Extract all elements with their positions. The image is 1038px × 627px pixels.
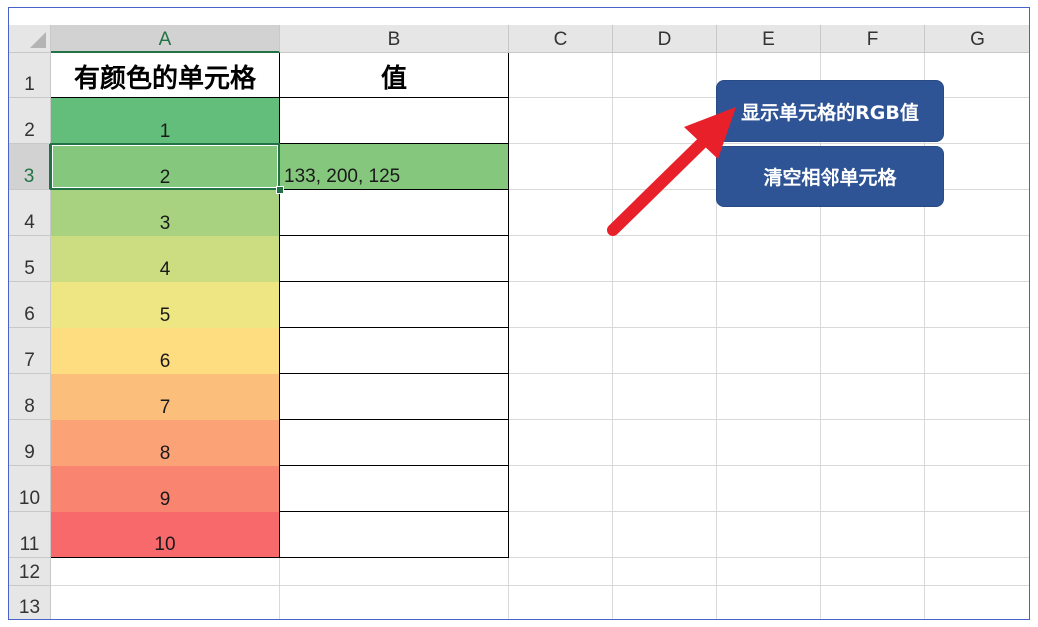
cell-b5[interactable] bbox=[280, 236, 509, 282]
cell-a9[interactable]: 8 bbox=[51, 420, 280, 466]
row-header-11[interactable]: 11 bbox=[9, 512, 51, 558]
spreadsheet-window: A B C D E F G 1 2 3 4 5 6 7 8 9 10 11 12 13 有颜色的单元格值 1 2 3 4 5 6 7 8… bbox=[8, 7, 1030, 620]
gridline-vertical bbox=[612, 53, 613, 619]
column-header-a[interactable]: A bbox=[51, 25, 280, 53]
row-header-9[interactable]: 9 bbox=[9, 420, 51, 466]
column-header-b[interactable]: B bbox=[280, 25, 509, 53]
row-header-5[interactable]: 5 bbox=[9, 236, 51, 282]
cell-b6[interactable] bbox=[280, 282, 509, 328]
row-header-3[interactable]: 3 bbox=[9, 144, 51, 190]
row-header-12[interactable]: 12 bbox=[9, 558, 51, 586]
row-header-6[interactable]: 6 bbox=[9, 282, 51, 328]
cell-b2[interactable] bbox=[280, 98, 509, 144]
cell-b7[interactable] bbox=[280, 328, 509, 374]
cell-a6[interactable]: 5 bbox=[51, 282, 280, 328]
cell-b11[interactable] bbox=[280, 512, 509, 558]
column-header-g[interactable]: G bbox=[925, 25, 1029, 53]
select-all-triangle-icon bbox=[30, 32, 46, 48]
row-header-8[interactable]: 8 bbox=[9, 374, 51, 420]
cell-a3[interactable]: 2 bbox=[51, 144, 280, 190]
cell-a8[interactable]: 7 bbox=[51, 374, 280, 420]
row-header-4[interactable]: 4 bbox=[9, 190, 51, 236]
cell-a11[interactable]: 10 bbox=[51, 512, 280, 558]
show-rgb-button[interactable]: 显示单元格的RGB值 bbox=[716, 80, 944, 142]
row-header-1[interactable]: 1 bbox=[9, 53, 51, 98]
clear-adjacent-cells-button[interactable]: 清空相邻单元格 bbox=[716, 146, 944, 207]
cell-a5[interactable]: 4 bbox=[51, 236, 280, 282]
fill-handle[interactable] bbox=[276, 186, 284, 194]
cell-b4[interactable] bbox=[280, 190, 509, 236]
column-header-d[interactable]: D bbox=[613, 25, 717, 53]
row-header-10[interactable]: 10 bbox=[9, 466, 51, 512]
top-strip bbox=[51, 8, 1029, 25]
row-header-7[interactable]: 7 bbox=[9, 328, 51, 374]
cell-a10[interactable]: 9 bbox=[51, 466, 280, 512]
row-header-2[interactable]: 2 bbox=[9, 98, 51, 144]
cell-a2[interactable]: 1 bbox=[51, 98, 280, 144]
cell-b1-header[interactable]: 值 bbox=[280, 53, 509, 98]
cell-a1-header[interactable]: 有颜色的单元格 bbox=[51, 53, 280, 98]
cell-b10[interactable] bbox=[280, 466, 509, 512]
cell-b9[interactable] bbox=[280, 420, 509, 466]
cell-a4[interactable]: 3 bbox=[51, 190, 280, 236]
select-all-corner[interactable] bbox=[9, 25, 51, 53]
cell-a7[interactable]: 6 bbox=[51, 328, 280, 374]
row-header-13[interactable]: 13 bbox=[9, 586, 51, 619]
column-header-f[interactable]: F bbox=[821, 25, 925, 53]
column-header-c[interactable]: C bbox=[509, 25, 613, 53]
cell-b3[interactable]: 133, 200, 125 bbox=[280, 144, 509, 190]
column-header-e[interactable]: E bbox=[717, 25, 821, 53]
cell-b8[interactable] bbox=[280, 374, 509, 420]
gridline-horizontal bbox=[51, 585, 1029, 586]
